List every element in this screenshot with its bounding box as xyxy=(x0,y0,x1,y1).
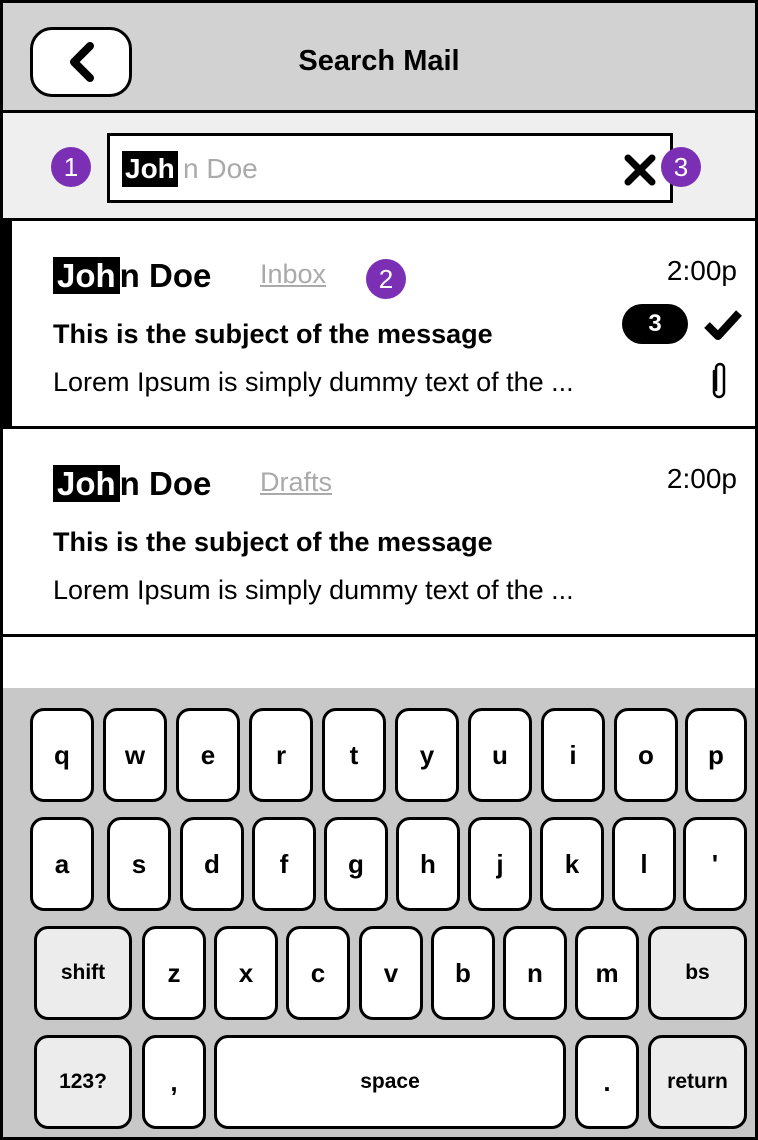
key-a[interactable]: a xyxy=(30,817,94,911)
callout-badge-2: 2 xyxy=(366,259,406,299)
key-o[interactable]: o xyxy=(614,708,678,802)
callout-badge-3: 3 xyxy=(661,147,701,187)
thread-count-badge: 3 xyxy=(622,304,688,344)
key-c[interactable]: c xyxy=(286,926,350,1020)
sender-match-highlight: Joh xyxy=(53,257,120,294)
key-e[interactable]: e xyxy=(176,708,240,802)
key-backspace[interactable]: bs xyxy=(648,926,747,1020)
key-comma[interactable]: , xyxy=(142,1035,206,1129)
message-list-item[interactable]: Joh n Doe Inbox 2 2:00p This is the subje… xyxy=(3,221,755,429)
header-bar: Search Mail xyxy=(3,3,755,113)
sender-rest: n Doe xyxy=(119,257,212,294)
folder-link[interactable]: Drafts xyxy=(260,467,332,498)
key-w[interactable]: w xyxy=(103,708,167,802)
key-z[interactable]: z xyxy=(142,926,206,1020)
key-y[interactable]: y xyxy=(395,708,459,802)
key-numbers[interactable]: 123? xyxy=(34,1035,132,1129)
folder-link[interactable]: Inbox xyxy=(260,259,326,290)
key-g[interactable]: g xyxy=(324,817,388,911)
onscreen-keyboard: q w e r t y u i o p a s d f g h j k l ' … xyxy=(3,688,755,1137)
key-apostrophe[interactable]: ' xyxy=(683,817,747,911)
key-space[interactable]: space xyxy=(214,1035,566,1129)
key-i[interactable]: i xyxy=(541,708,605,802)
key-x[interactable]: x xyxy=(214,926,278,1020)
key-v[interactable]: v xyxy=(359,926,423,1020)
close-icon[interactable] xyxy=(624,154,656,186)
message-sender: Joh n Doe xyxy=(53,257,211,295)
key-k[interactable]: k xyxy=(540,817,604,911)
callout-badge-1: 1 xyxy=(51,147,91,187)
check-icon xyxy=(704,310,742,340)
key-return[interactable]: return xyxy=(648,1035,747,1129)
key-u[interactable]: u xyxy=(468,708,532,802)
key-h[interactable]: h xyxy=(396,817,460,911)
message-preview: Lorem Ipsum is simply dummy text of the … xyxy=(53,367,574,397)
paperclip-icon xyxy=(712,362,726,399)
sender-match-highlight: Joh xyxy=(53,465,120,502)
search-input[interactable]: Joh n Doe xyxy=(107,133,673,203)
key-j[interactable]: j xyxy=(468,817,532,911)
message-time: 2:00p xyxy=(666,255,737,286)
search-row: 1 Joh n Doe 3 xyxy=(3,113,755,221)
key-s[interactable]: s xyxy=(107,817,171,911)
key-shift[interactable]: shift xyxy=(34,926,132,1020)
message-subject: This is the subject of the message xyxy=(53,527,493,557)
key-r[interactable]: r xyxy=(249,708,313,802)
key-m[interactable]: m xyxy=(575,926,639,1020)
sender-rest: n Doe xyxy=(119,465,212,502)
key-q[interactable]: q xyxy=(30,708,94,802)
page-title: Search Mail xyxy=(298,45,460,77)
search-suggestion-text: n Doe xyxy=(183,153,258,184)
key-p[interactable]: p xyxy=(685,708,747,802)
key-n[interactable]: n xyxy=(503,926,567,1020)
key-l[interactable]: l xyxy=(612,817,676,911)
message-preview: Lorem Ipsum is simply dummy text of the … xyxy=(53,575,574,605)
key-t[interactable]: t xyxy=(322,708,386,802)
key-d[interactable]: d xyxy=(180,817,244,911)
search-typed-text: Joh xyxy=(122,151,178,187)
message-subject: This is the subject of the message xyxy=(53,319,493,349)
message-list-item[interactable]: Joh n Doe Drafts 2:00p This is the subjec… xyxy=(3,429,755,637)
key-f[interactable]: f xyxy=(252,817,316,911)
mail-search-screen: Search Mail 1 Joh n Doe 3 Joh n Doe Inbox… xyxy=(0,0,758,1140)
key-period[interactable]: . xyxy=(575,1035,639,1129)
message-sender: Joh n Doe xyxy=(53,465,211,503)
key-b[interactable]: b xyxy=(431,926,495,1020)
message-time: 2:00p xyxy=(666,463,737,494)
